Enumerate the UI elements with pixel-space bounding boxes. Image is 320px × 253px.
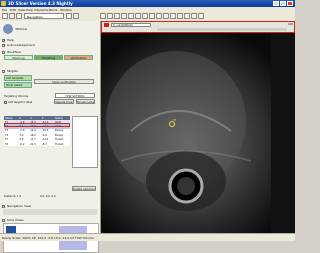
rotate-icon[interactable] [184,13,190,19]
menu-tools[interactable]: Tools [50,8,57,12]
position-readout: 0.0, 0.0, 0.0 [40,195,56,198]
mri-image [101,33,295,233]
slice-pin-icon[interactable] [104,23,109,27]
load-data-icon[interactable] [2,13,8,19]
tab-planning[interactable]: Planning [4,55,33,60]
extension-icon[interactable] [191,13,197,19]
save-icon[interactable] [9,13,15,19]
slicer-logo [3,24,13,34]
distance-label: Distance: 1.0 [4,195,22,198]
slice-slider[interactable] [157,28,287,31]
fourup-layout-icon[interactable] [114,13,120,19]
module-panel: 3DSlicer + Help + Acknowledgement − Workflo… [0,21,101,253]
app-icon [1,1,6,6]
navigation-view-section[interactable]: + Navigation View [2,204,98,208]
table-scroll-area[interactable] [72,116,98,168]
minimize-button[interactable] [273,1,279,6]
show-verification-button[interactable]: Show verification [34,79,94,84]
roi-icon[interactable] [156,13,162,19]
targeting-volume-label: Targeting Volume [4,94,29,98]
conventional-layout-icon[interactable] [107,13,113,19]
workflow-section[interactable]: − Workflow [2,50,98,54]
menu-view[interactable]: View [18,8,25,12]
ruler-icon[interactable] [149,13,155,19]
python-icon[interactable] [198,13,204,19]
help-section[interactable]: + Help [2,38,98,42]
zoom-readout: 100 [288,23,293,26]
view-icon[interactable] [177,13,183,19]
selected-row-highlight [4,123,70,128]
window-level-icon[interactable] [163,13,169,19]
slice-offset-field[interactable]: S: -12.0000mm [111,23,151,27]
window-title: 3D Slicer Version 4.3 Nightly [8,1,73,6]
add-target-checkbox[interactable] [4,101,7,104]
logo-text: 3DSlicer [15,27,28,31]
navigation-toolbar [3,209,97,215]
crosshair-icon[interactable] [135,13,141,19]
menu-window[interactable]: Window [60,8,72,12]
tab-targeting[interactable]: Targeting [34,55,63,60]
maximize-button[interactable] [280,1,286,6]
status-text: Ready Scale: 100% SP: 100.0 -4.8 15.9 -1… [2,235,94,240]
acknowledgement-section[interactable]: + Acknowledgement [2,43,98,47]
tab-verification[interactable]: Verification [64,55,93,60]
menu-file[interactable]: File [2,8,7,12]
fiducial-place-icon[interactable] [142,13,148,19]
target-name-field[interactable]: Target name [76,99,95,104]
module-selector[interactable]: Navigation [24,13,64,19]
slice-controller: S: -12.0000mm 100 [101,21,295,33]
slice-views-section[interactable]: − Slice Views [2,218,98,222]
target-marker-label: T2 [173,119,177,122]
layout-icon[interactable] [100,13,106,19]
close-button[interactable] [287,1,293,6]
menu-edit[interactable]: Edit [10,8,16,12]
targets-section[interactable]: − Targets [2,69,98,73]
add-target-label: Add target to label [8,101,33,104]
slice-viewer[interactable]: T2 [101,21,295,233]
title-bar: 3D Slicer Version 4.3 Nightly [0,0,295,7]
back-icon[interactable] [66,13,72,19]
target-table: Name R A S Status T1 -4.8 15.9 -12.0 Valid T… [4,116,70,147]
table-row[interactable]: T6 -6.2 21.5 -8.3 Transit [4,141,70,147]
needle-type-select[interactable]: Needle type [54,99,74,104]
compare-layout-icon[interactable] [128,13,134,19]
screenshot-icon[interactable] [170,13,176,19]
forward-icon[interactable] [73,13,79,19]
menu-interactors[interactable]: Interactors [34,8,50,12]
template-box: Add template [4,75,32,81]
targeting-volume-select[interactable]: T2W SCT0001 [55,92,95,98]
delete-target-button[interactable]: Delete selected target [72,186,96,191]
show-labels-box: Show Labels [4,82,32,88]
module-select-icon[interactable] [16,13,22,19]
oneup-layout-icon[interactable] [121,13,127,19]
menu-help[interactable]: Help [26,8,33,12]
